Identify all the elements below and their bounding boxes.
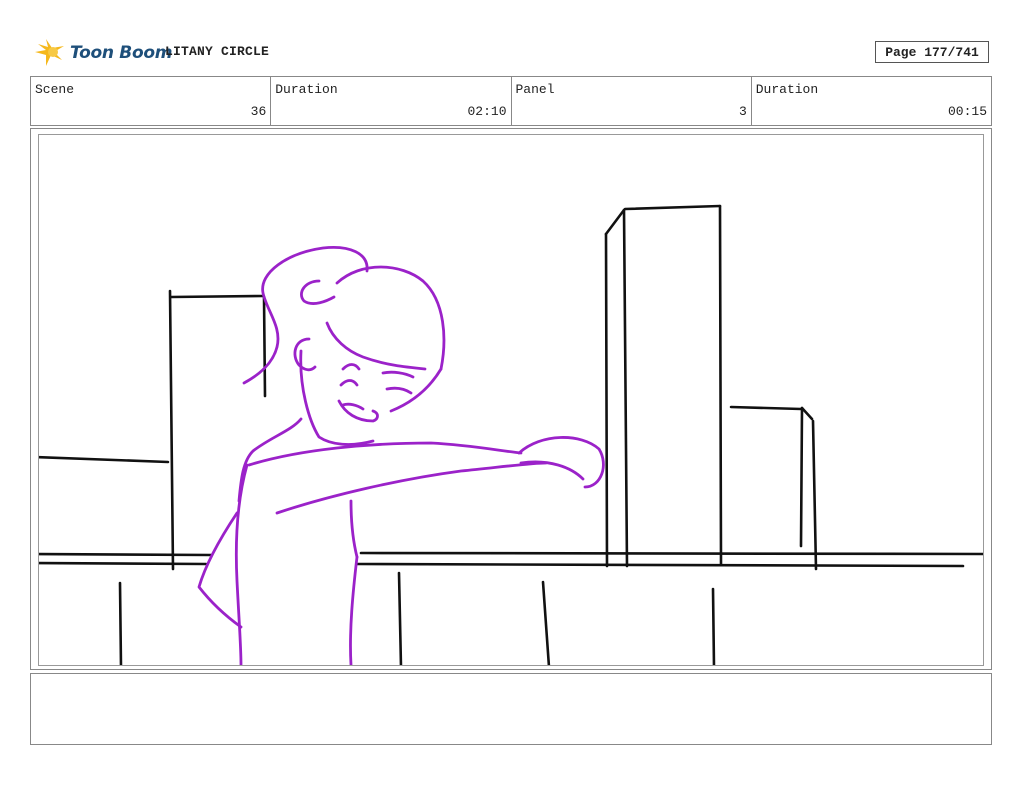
notes-box	[30, 673, 992, 745]
scene-duration-cell: Duration 02:10	[271, 77, 512, 125]
toon-boom-logo: Toon Boom	[34, 37, 172, 69]
panel-value: 3	[738, 104, 747, 119]
scene-duration-label: Duration	[275, 82, 338, 97]
toon-boom-star-icon	[35, 39, 64, 66]
storyboard-panel-image	[38, 134, 984, 666]
page-indicator: Page 177/741	[875, 41, 989, 63]
background-sketch	[39, 204, 983, 665]
scene-label: Scene	[35, 82, 75, 97]
project-title: LITANY CIRCLE	[165, 44, 270, 59]
scene-duration-value: 02:10	[467, 104, 507, 119]
panel-duration-value: 00:15	[947, 104, 987, 119]
panel-duration-label: Duration	[755, 82, 819, 97]
scene-cell: Scene 36	[31, 77, 272, 125]
panel-duration-cell: Duration 00:15	[752, 77, 991, 125]
info-row: Scene 36 Duration 02:10 Panel 3 Duration…	[30, 76, 992, 126]
storyboard-sketch	[39, 204, 983, 665]
character-sketch	[197, 246, 605, 665]
logo-text: Toon Boom	[70, 43, 173, 63]
panel-cell: Panel 3	[512, 77, 752, 125]
scene-value: 36	[250, 104, 267, 119]
panel-label: Panel	[515, 82, 555, 97]
